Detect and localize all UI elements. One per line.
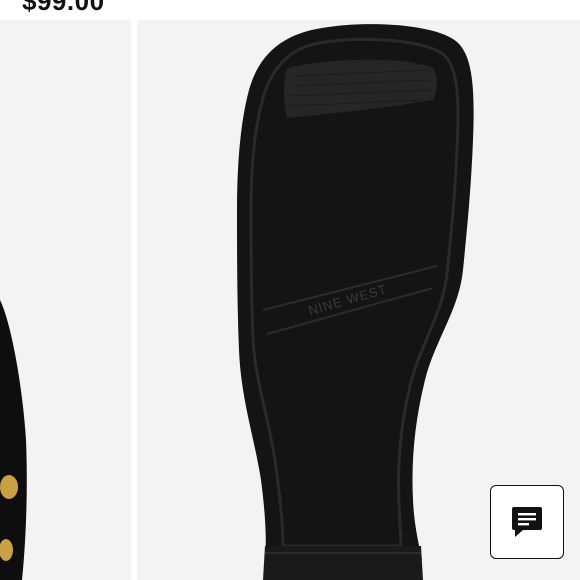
chat-button[interactable] bbox=[490, 485, 564, 559]
product-price: $99.00 bbox=[22, 0, 105, 16]
product-page: $99.00 NINE WEST bbox=[0, 0, 580, 580]
gallery-thumbnail[interactable] bbox=[0, 20, 131, 580]
heel-block bbox=[263, 546, 423, 580]
chat-bubble-icon bbox=[512, 507, 542, 537]
gold-buckle-detail bbox=[0, 475, 18, 499]
loafer-side-image bbox=[0, 20, 131, 580]
